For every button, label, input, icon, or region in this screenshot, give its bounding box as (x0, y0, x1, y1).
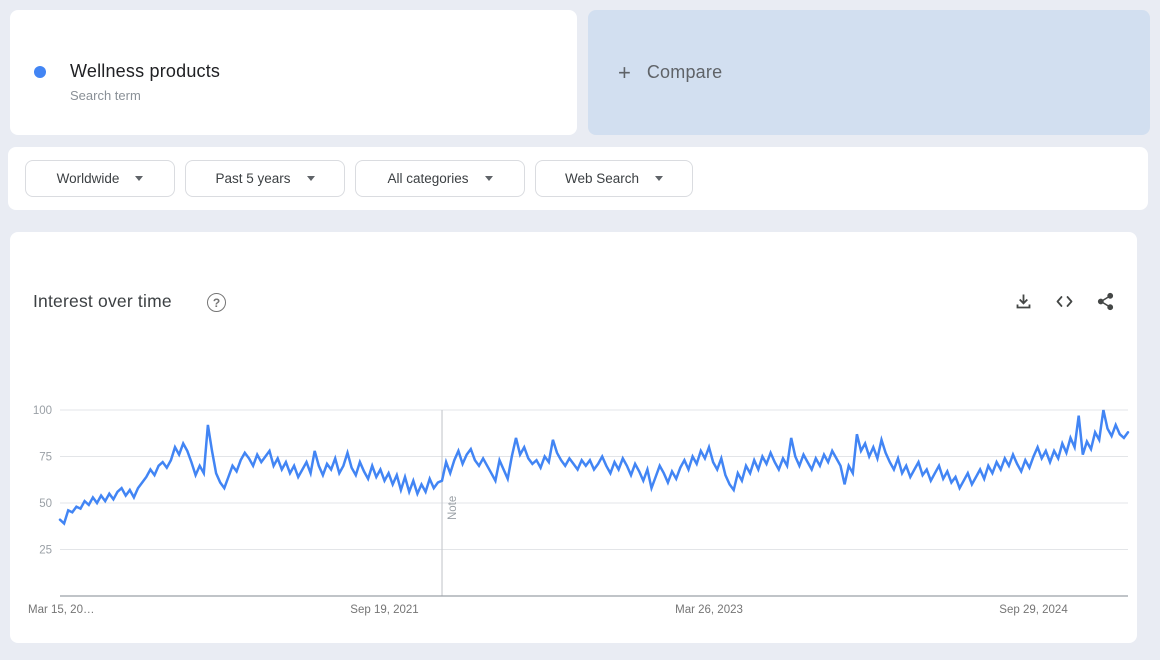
svg-text:Mar 15, 20…: Mar 15, 20… (28, 604, 94, 616)
time-range-filter-dropdown[interactable]: Past 5 years (185, 160, 345, 197)
chevron-down-icon (655, 176, 663, 181)
category-filter-label: All categories (387, 171, 468, 186)
svg-text:100: 100 (33, 405, 52, 417)
svg-text:75: 75 (39, 452, 52, 464)
series-color-dot (34, 66, 46, 78)
region-filter-dropdown[interactable]: Worldwide (25, 160, 175, 197)
filter-bar: Worldwide Past 5 years All categories We… (8, 147, 1148, 210)
search-term-title: Wellness products (70, 61, 220, 82)
chevron-down-icon (307, 176, 315, 181)
svg-text:Sep 19, 2021: Sep 19, 2021 (350, 604, 418, 616)
region-filter-label: Worldwide (57, 171, 120, 186)
svg-text:Mar 26, 2023: Mar 26, 2023 (675, 604, 743, 616)
interest-over-time-chart[interactable]: 25 50 75 100 Note Mar 15, 20… Sep 19, 2021 Mar … (10, 232, 1137, 643)
svg-text:Note: Note (447, 496, 459, 520)
search-term-subtitle: Search term (70, 88, 141, 103)
search-type-filter-dropdown[interactable]: Web Search (535, 160, 693, 197)
time-range-filter-label: Past 5 years (215, 171, 290, 186)
compare-label: Compare (647, 62, 722, 83)
category-filter-dropdown[interactable]: All categories (355, 160, 525, 197)
search-type-filter-label: Web Search (565, 171, 639, 186)
svg-text:50: 50 (39, 498, 52, 510)
interest-over-time-card: Interest over time ? (10, 232, 1137, 643)
chevron-down-icon (135, 176, 143, 181)
compare-card[interactable]: + Compare (588, 10, 1150, 135)
search-term-card[interactable]: Wellness products Search term (10, 10, 577, 135)
plus-icon: + (618, 62, 631, 84)
svg-text:Sep 29, 2024: Sep 29, 2024 (999, 604, 1068, 616)
chevron-down-icon (485, 176, 493, 181)
svg-text:25: 25 (39, 545, 52, 557)
